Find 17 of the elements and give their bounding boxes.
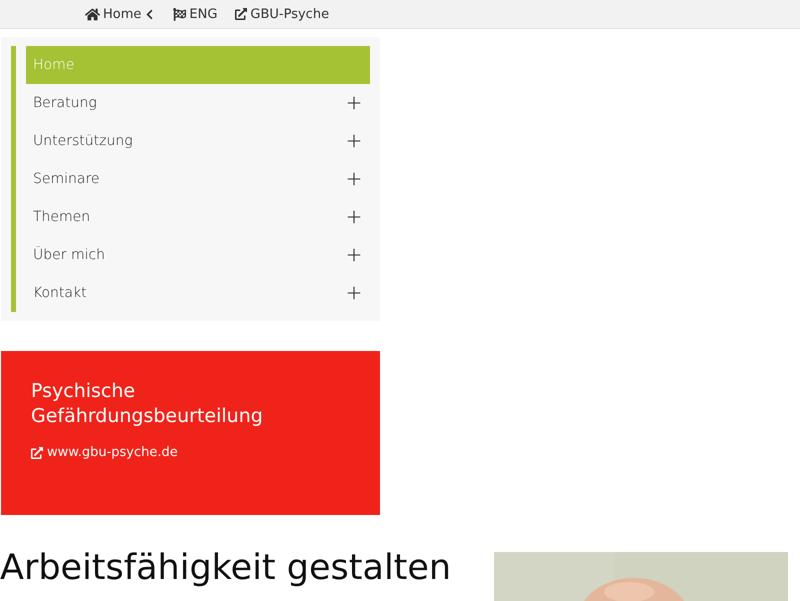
promo-link[interactable]: www.gbu-psyche.de [31, 445, 178, 460]
external-link-icon [235, 8, 248, 20]
menu-item[interactable]: Kontakt [26, 274, 370, 312]
top-link[interactable]: GBU-Psyche [235, 6, 330, 22]
promo-title: Psychische Gefährdungsbeurteilung [31, 379, 264, 429]
page-heading: Arbeitsfähigkeit gestalten [0, 547, 452, 589]
menu-item[interactable]: Seminare [26, 160, 370, 198]
external-link-icon [31, 446, 43, 458]
menu-item[interactable]: Themen [26, 198, 370, 236]
menu-item[interactable]: Über mich [26, 236, 370, 274]
chevron-icon [144, 8, 156, 20]
top-link[interactable]: Home [85, 6, 156, 22]
flag-icon [173, 8, 186, 20]
menu-item[interactable]: Unterstützung [26, 122, 370, 160]
menu-item[interactable]: Beratung [26, 84, 370, 122]
home-icon [85, 6, 100, 22]
top-link[interactable]: ENG [173, 6, 218, 22]
